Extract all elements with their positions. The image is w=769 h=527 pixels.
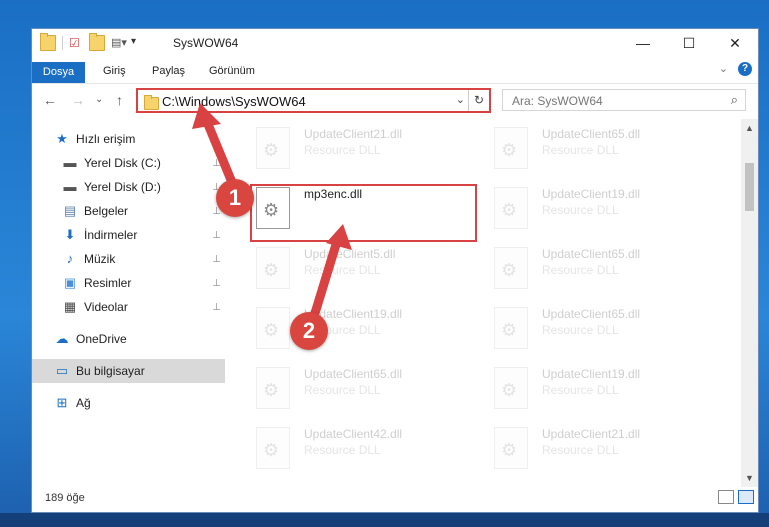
step-badge-1: 1 [216,179,254,217]
arrow-head-2 [326,224,352,250]
annotation-arrows [192,103,352,328]
arrow-head-1 [192,103,221,129]
arrow-to-file [307,233,343,328]
step-badge-2: 2 [290,312,328,350]
